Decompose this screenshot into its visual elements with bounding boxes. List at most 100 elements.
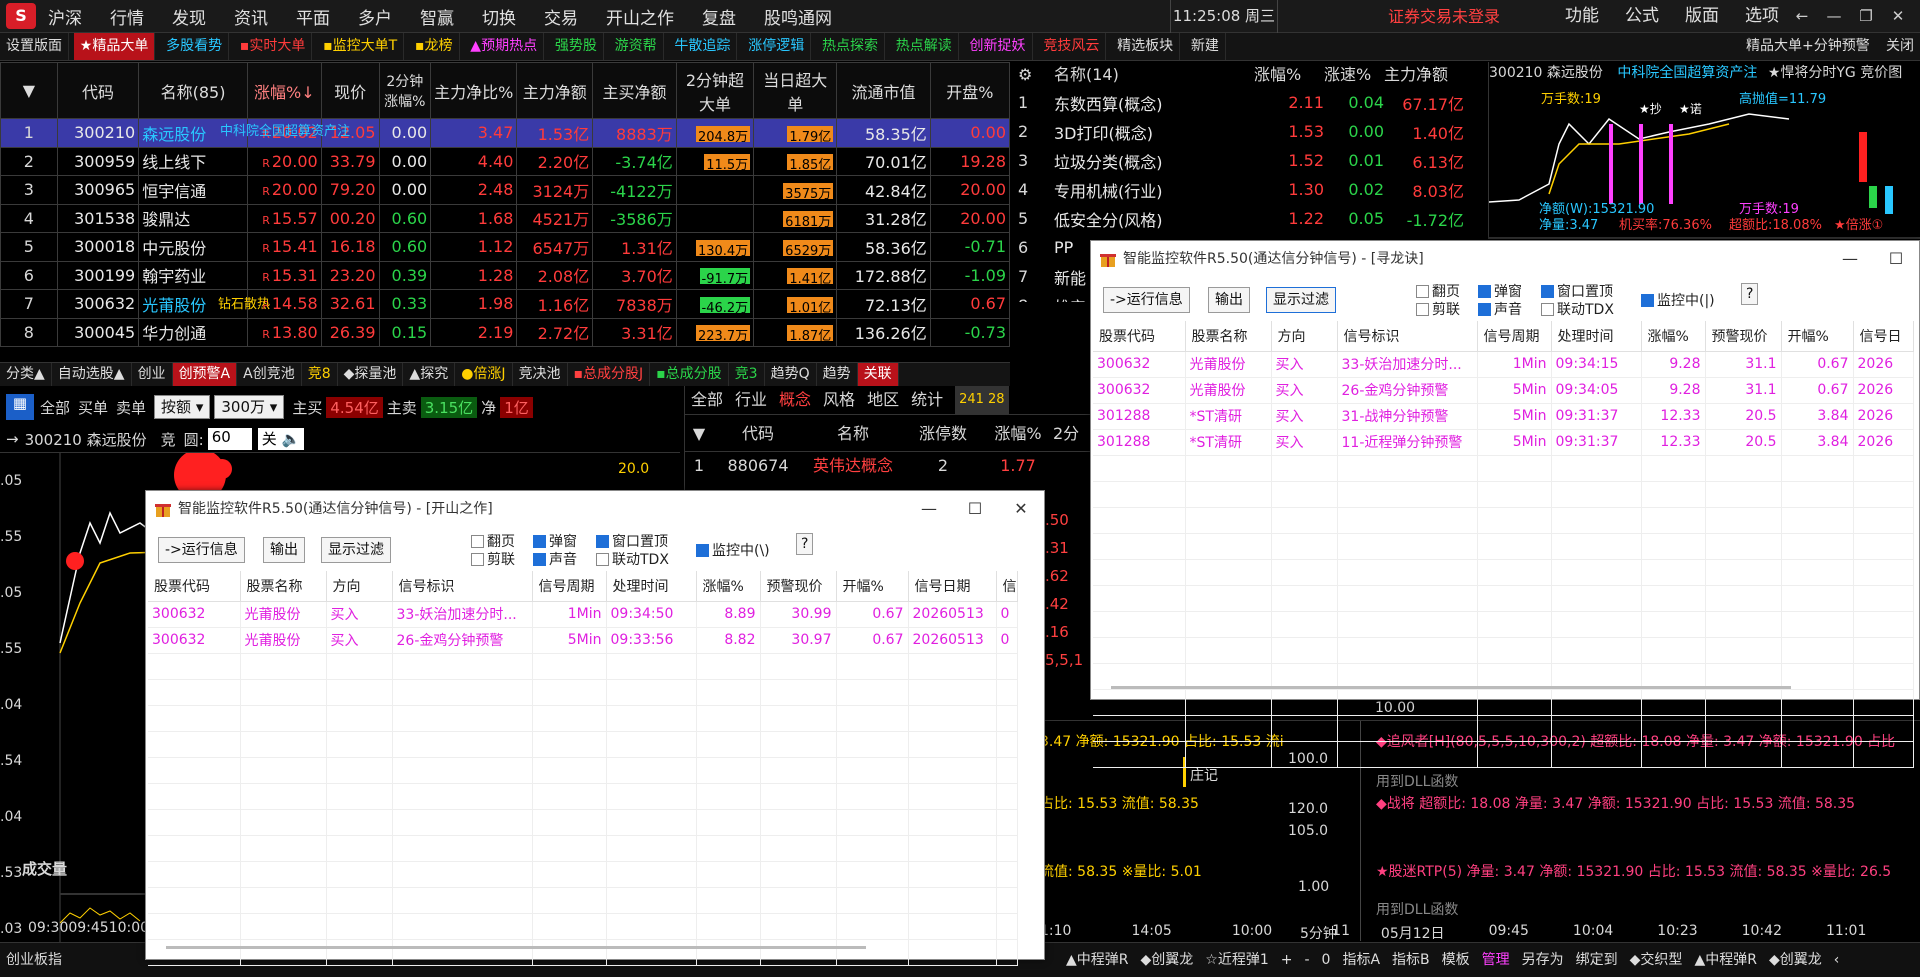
- filter-buy[interactable]: 买单: [78, 397, 108, 418]
- signal-col-header[interactable]: 处理时间: [1551, 321, 1642, 352]
- table-row[interactable]: 4 301538 骏鼎达 R 15.57 00.20 0.60 1.68 4521万 -3586万…: [0, 203, 1010, 233]
- signal-col-header[interactable]: 信: [996, 571, 1018, 602]
- signal-row[interactable]: 300632 光莆股份 买入 26-金鸡分钟预警 5Min 09:33:56 8.82 30.…: [148, 627, 1018, 654]
- sector-row[interactable]: 2 3D打印(概念) 1.53 0.00 1.40亿: [1018, 117, 1464, 146]
- col-header[interactable]: 2分钟超大单: [675, 62, 755, 119]
- sector-row[interactable]: 3 垃圾分类(概念) 1.52 0.01 6.13亿: [1018, 146, 1464, 175]
- topmost-checkbox[interactable]: 窗口置顶: [596, 531, 668, 551]
- filter-all[interactable]: 全部: [40, 397, 70, 418]
- filter-button[interactable]: 显示过滤: [1266, 287, 1336, 313]
- selector-tab[interactable]: 竞3: [729, 363, 765, 386]
- concept-tab[interactable]: 行业: [735, 386, 767, 414]
- minimize-icon[interactable]: —: [1818, 0, 1850, 33]
- bottom-button[interactable]: ◆创翼龙: [1135, 943, 1200, 977]
- popup-checkbox[interactable]: 弹窗: [533, 531, 577, 551]
- col-header[interactable]: 现价: [320, 62, 380, 119]
- concept-tab[interactable]: 概念: [779, 386, 811, 414]
- sector-header-chg[interactable]: 涨幅%: [1254, 62, 1324, 88]
- cut-checkbox[interactable]: 剪联: [1416, 299, 1460, 319]
- monitoring-checkbox[interactable]: 监控中(|): [1641, 290, 1715, 310]
- menu-formula[interactable]: 公式: [1625, 0, 1659, 33]
- tab-explain[interactable]: 热点解读: [890, 33, 959, 60]
- signal-col-header[interactable]: 信号标识: [392, 571, 533, 602]
- menu-options[interactable]: 选项: [1745, 0, 1779, 33]
- tab-hot[interactable]: ▲预期热点: [464, 33, 545, 60]
- tab-explore[interactable]: 热点探索: [816, 33, 885, 60]
- tab-niusan[interactable]: 牛散追踪: [668, 33, 738, 60]
- sector-header-net[interactable]: 主力净额: [1384, 62, 1464, 88]
- concept-tab[interactable]: 统计: [911, 386, 943, 414]
- table-row[interactable]: 3 300965 恒宇信通 R 20.00 79.20 0.00 2.48 3124万 -4122…: [0, 175, 1010, 205]
- signal-col-header[interactable]: 信号周期: [1477, 321, 1552, 352]
- menu-item[interactable]: 复盘: [702, 4, 736, 29]
- sound-checkbox[interactable]: 声音: [1478, 299, 1522, 319]
- selector-tab[interactable]: ◆探量池: [338, 363, 404, 386]
- selector-tab[interactable]: 分类▲: [0, 363, 52, 386]
- page-checkbox[interactable]: 翻页: [1416, 281, 1460, 301]
- selector-tab[interactable]: 竞决池: [513, 363, 568, 386]
- signal-col-header[interactable]: 方向: [326, 571, 393, 602]
- selector-tab[interactable]: 趋势Q: [765, 363, 817, 386]
- signal-col-header[interactable]: 开幅%: [836, 571, 909, 602]
- menu-item[interactable]: 开山之作: [606, 4, 674, 29]
- table-row[interactable]: 8 300045 华力创通 R 13.80 26.39 0.15 2.19 2.72亿 3.31亿…: [0, 317, 1010, 347]
- maximize-icon[interactable]: ☐: [952, 491, 998, 527]
- col-header[interactable]: 流通市值: [836, 62, 931, 119]
- col-header[interactable]: 2分钟涨幅%: [378, 62, 432, 119]
- table-row[interactable]: 7 300632 光莆股份 R 14.58 32.61 0.33 1.98 1.16亿 7838万…: [0, 289, 1010, 319]
- selector-tab[interactable]: ●倍涨J: [455, 363, 513, 386]
- signal-col-header[interactable]: 开幅%: [1781, 321, 1854, 352]
- bottom-button[interactable]: -: [1298, 943, 1315, 977]
- sector-row[interactable]: 4 专用机械(行业) 1.30 0.02 8.03亿: [1018, 175, 1464, 204]
- tab-multi[interactable]: 多股看势: [160, 33, 230, 60]
- bottom-button[interactable]: 绑定到: [1570, 943, 1624, 977]
- table-row[interactable]: 5 300018 中元股份 R 15.41 16.18 0.60 1.12 6547万 1.31亿…: [0, 232, 1010, 262]
- signal-col-header[interactable]: 股票代码: [1093, 321, 1186, 352]
- signal-col-header[interactable]: 信号日期: [908, 571, 997, 602]
- output-button[interactable]: 输出: [263, 537, 305, 563]
- tab-layout[interactable]: 设置版面: [0, 33, 69, 60]
- monitoring-checkbox[interactable]: 监控中(\): [696, 540, 770, 560]
- tab-board[interactable]: 精选板块: [1111, 33, 1181, 60]
- tdx-checkbox[interactable]: 联动TDX: [596, 549, 669, 569]
- selector-tab[interactable]: ▲探究: [403, 363, 456, 386]
- menu-item[interactable]: 沪深: [48, 4, 82, 29]
- bottom-button[interactable]: 0: [1316, 943, 1337, 977]
- bottom-button[interactable]: ◆交织型: [1624, 943, 1689, 977]
- signal-row[interactable]: 300632 光莆股份 买入 26-金鸡分钟预警 5Min 09:34:05 9.28 31.…: [1093, 377, 1914, 404]
- bottom-button[interactable]: 指标B: [1386, 943, 1436, 977]
- signal-col-header[interactable]: 预警现价: [1705, 321, 1782, 352]
- filter-sell[interactable]: 卖单: [116, 397, 146, 418]
- menu-item[interactable]: 交易: [544, 4, 578, 29]
- close-icon[interactable]: ✕: [1882, 0, 1914, 33]
- selector-tab[interactable]: A创竞池: [237, 363, 302, 386]
- circle-input[interactable]: 60: [207, 428, 252, 450]
- tdx-checkbox[interactable]: 联动TDX: [1541, 299, 1614, 319]
- sound-checkbox[interactable]: 声音: [533, 549, 577, 569]
- size-select[interactable]: 300万 ▾: [214, 395, 285, 419]
- signal-col-header[interactable]: 方向: [1271, 321, 1338, 352]
- close-icon[interactable]: ✕: [998, 491, 1044, 527]
- help-button[interactable]: ?: [796, 533, 814, 555]
- period-label[interactable]: 5分钟: [1300, 923, 1337, 943]
- signal-col-header[interactable]: 处理时间: [606, 571, 697, 602]
- menu-item[interactable]: 平面: [296, 4, 330, 29]
- concept-header[interactable]: 涨幅%: [983, 415, 1053, 451]
- selector-tab[interactable]: ▪总成分股J: [568, 363, 651, 386]
- table-row[interactable]: 2 300959 线上线下 R 20.00 33.79 0.00 4.40 2.20亿 -3.74…: [0, 146, 1010, 176]
- col-header[interactable]: 开盘%: [929, 62, 1010, 119]
- close-layout-button[interactable]: 关闭: [1880, 33, 1920, 60]
- signal-col-header[interactable]: 信号标识: [1337, 321, 1478, 352]
- signal-col-header[interactable]: 信号周期: [532, 571, 607, 602]
- selector-tab[interactable]: 创预警A: [172, 363, 238, 386]
- sound-toggle[interactable]: 关 🔈: [257, 428, 305, 450]
- selector-tab[interactable]: 创业: [132, 363, 173, 386]
- minimize-icon[interactable]: —: [906, 491, 952, 527]
- col-header[interactable]: 代码: [56, 62, 140, 119]
- tab-yao[interactable]: 创新捉妖: [964, 33, 1033, 60]
- amount-select[interactable]: 按额 ▾: [154, 395, 211, 419]
- signal-col-header[interactable]: 股票代码: [148, 571, 241, 602]
- run-info-button[interactable]: ->运行信息: [158, 537, 245, 563]
- signal-col-header[interactable]: 股票名称: [1185, 321, 1272, 352]
- table-row[interactable]: 6 300199 翰宇药业 R 15.31 23.20 0.39 1.28 2.08亿 3.70亿…: [0, 260, 1010, 290]
